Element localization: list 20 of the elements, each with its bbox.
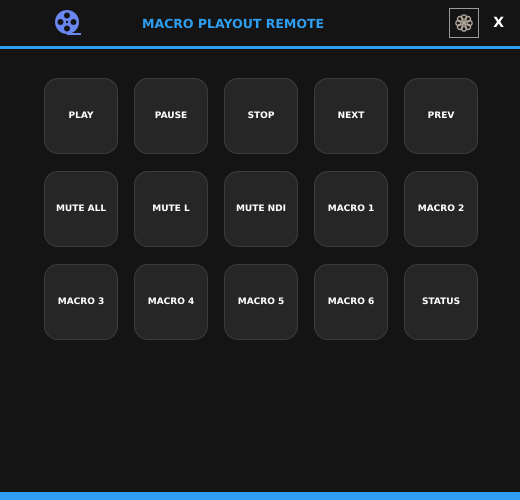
settings-icon [455, 14, 474, 32]
macro-button[interactable]: STOP [224, 78, 298, 154]
macro-button[interactable]: PAUSE [134, 78, 208, 154]
macro-button[interactable]: MACRO 1 [314, 171, 388, 247]
film-reel-icon [54, 9, 82, 37]
macro-button[interactable]: MACRO 4 [134, 264, 208, 340]
macro-button[interactable]: MACRO 5 [224, 264, 298, 340]
macro-button[interactable]: MACRO 3 [44, 264, 118, 340]
macro-button[interactable]: NEXT [314, 78, 388, 154]
macro-button[interactable]: MUTE ALL [44, 171, 118, 247]
macro-button[interactable]: MUTE L [134, 171, 208, 247]
macro-button[interactable]: MUTE NDI [224, 171, 298, 247]
macro-button[interactable]: MACRO 6 [314, 264, 388, 340]
app-title: MACRO PLAYOUT REMOTE [142, 16, 326, 30]
macro-button[interactable]: PREV [404, 78, 478, 154]
settings-button[interactable] [449, 8, 480, 38]
macro-button[interactable]: PLAY [44, 78, 118, 154]
macro-button[interactable]: MACRO 2 [404, 171, 478, 247]
macro-button[interactable]: STATUS [404, 264, 478, 340]
close-button[interactable]: X [493, 15, 504, 31]
